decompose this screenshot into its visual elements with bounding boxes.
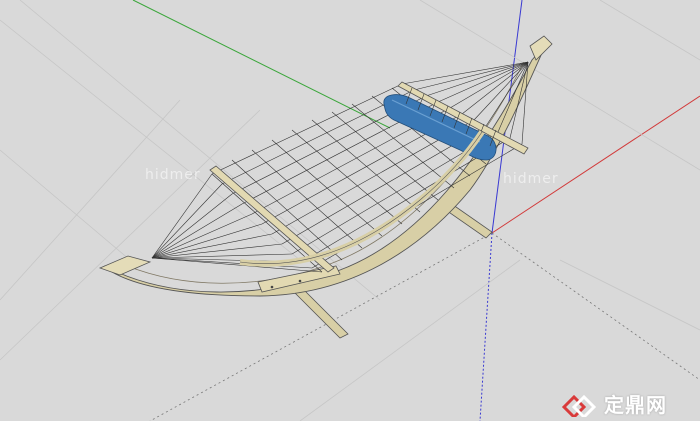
brand-text: 定鼎网 <box>604 392 667 417</box>
zhulong-logo-icon <box>561 394 597 417</box>
right-frame-end <box>529 35 553 61</box>
left-frame-end <box>98 255 152 276</box>
bolt-icon <box>270 285 274 289</box>
model-scene <box>0 0 700 421</box>
sketchup-viewport[interactable]: hidmer hidmer 定鼎网 <box>0 0 700 421</box>
bolt-icon <box>298 279 302 283</box>
brand-mark: 定鼎网 <box>560 389 667 417</box>
watermark-right: hidmer <box>503 171 559 187</box>
watermark-center: hidmer <box>145 167 201 183</box>
green-axis-dashed-line <box>491 232 700 381</box>
guide-lines <box>0 0 700 421</box>
blue-axis-dashed-line <box>479 232 493 421</box>
red-axis-line <box>491 95 700 234</box>
